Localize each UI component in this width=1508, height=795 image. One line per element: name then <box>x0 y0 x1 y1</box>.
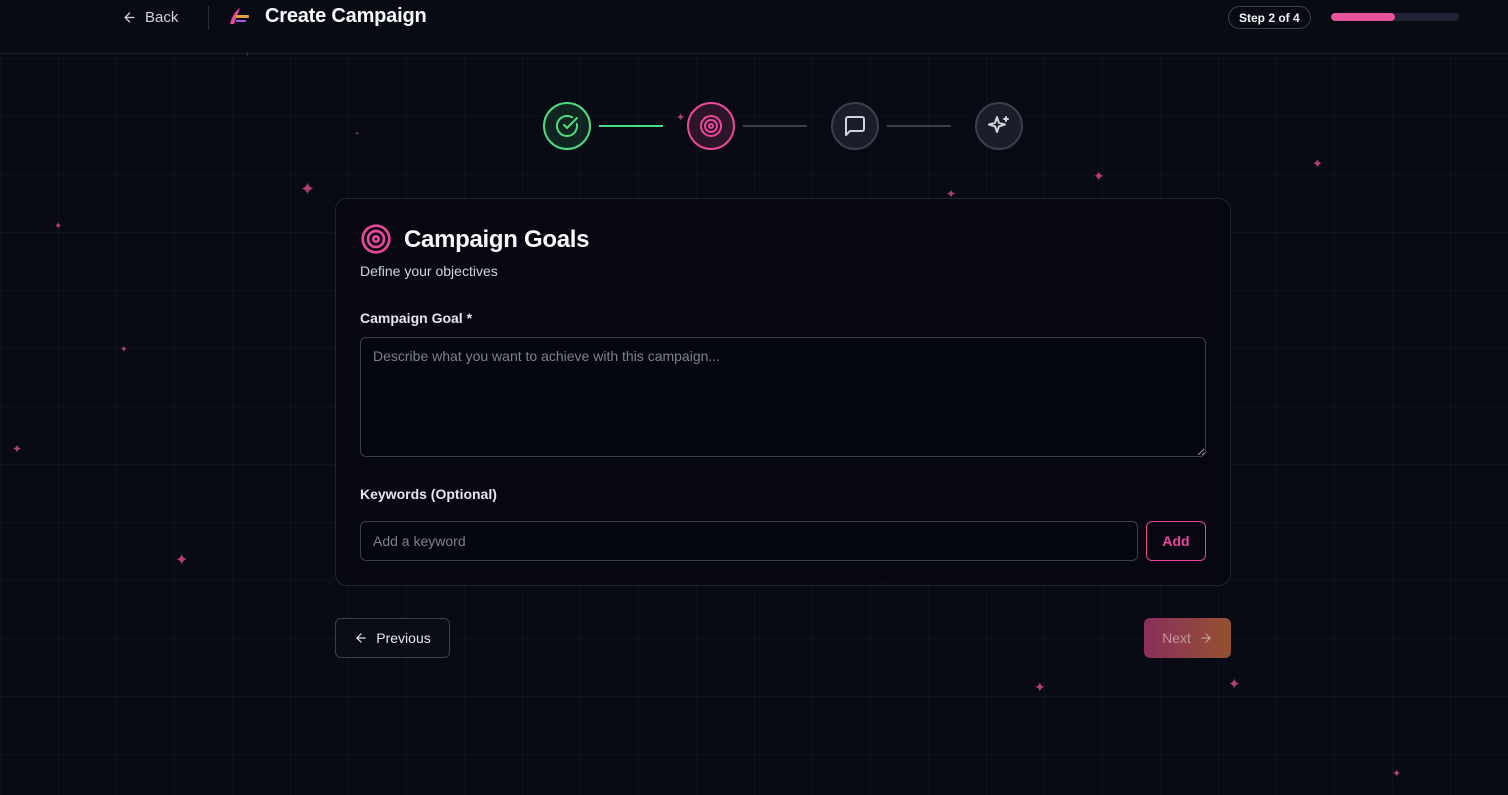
campaign-goal-textarea[interactable] <box>360 337 1206 457</box>
page-title: Create Campaign <box>265 5 427 27</box>
add-keyword-button[interactable]: Add <box>1146 521 1206 561</box>
sparkle-icon: ✦ <box>300 179 316 199</box>
check-circle-icon <box>556 114 578 137</box>
sparkles-icon <box>988 116 1009 133</box>
sparkle-icon: ✦ <box>1093 168 1105 184</box>
header-divider <box>208 6 209 30</box>
sparkle-icon: ✦ <box>1228 676 1241 693</box>
sparkle-icon: ✦ <box>1392 768 1402 780</box>
card-title: Campaign Goals <box>404 226 590 253</box>
step-indicator-badge: Step 2 of 4 <box>1228 6 1311 29</box>
arrow-right-icon <box>1201 633 1211 643</box>
next-label: Next <box>1162 630 1191 646</box>
keyword-input[interactable] <box>360 521 1138 561</box>
sparkle-icon: ✦ <box>54 221 63 232</box>
sparkle-icon: ✦ <box>676 112 686 124</box>
target-icon <box>360 223 392 255</box>
back-label: Back <box>145 8 179 26</box>
next-button[interactable]: Next <box>1144 618 1231 658</box>
step-4-pending[interactable] <box>975 102 1023 150</box>
step-3-pending[interactable] <box>831 102 879 150</box>
campaign-goal-label: Campaign Goal * <box>360 310 473 326</box>
sparkle-icon: ✦ <box>120 344 128 354</box>
app-logo <box>226 6 250 28</box>
message-square-icon <box>845 116 865 136</box>
sparkle-icon: ✦ <box>175 552 189 569</box>
arrow-left-icon <box>356 633 366 643</box>
campaign-goals-card: Campaign Goals Define your objectives Ca… <box>335 198 1231 586</box>
progress-bar <box>1331 13 1459 21</box>
card-subtitle: Define your objectives <box>360 263 498 279</box>
sparkle-icon: ✦ <box>355 131 360 137</box>
sparkle-icon: ✦ <box>1312 156 1323 171</box>
previous-label: Previous <box>376 630 431 646</box>
step-connector <box>599 125 663 127</box>
step-connector <box>743 125 807 127</box>
sparkle-icon: ✦ <box>12 442 23 456</box>
step-2-active[interactable] <box>687 102 735 150</box>
sparkle-icon: ✦ <box>1034 679 1046 695</box>
target-icon <box>700 115 722 137</box>
progress-bar-fill <box>1331 13 1395 21</box>
step-1-completed[interactable] <box>543 102 591 150</box>
arrow-left-icon <box>124 12 135 22</box>
step-connector <box>887 125 951 127</box>
keywords-label: Keywords (Optional) <box>360 486 497 502</box>
back-button[interactable]: Back <box>122 4 178 30</box>
previous-button[interactable]: Previous <box>335 618 450 658</box>
top-bar: Back Create Campaign Step 2 of 4 <box>0 0 1508 54</box>
